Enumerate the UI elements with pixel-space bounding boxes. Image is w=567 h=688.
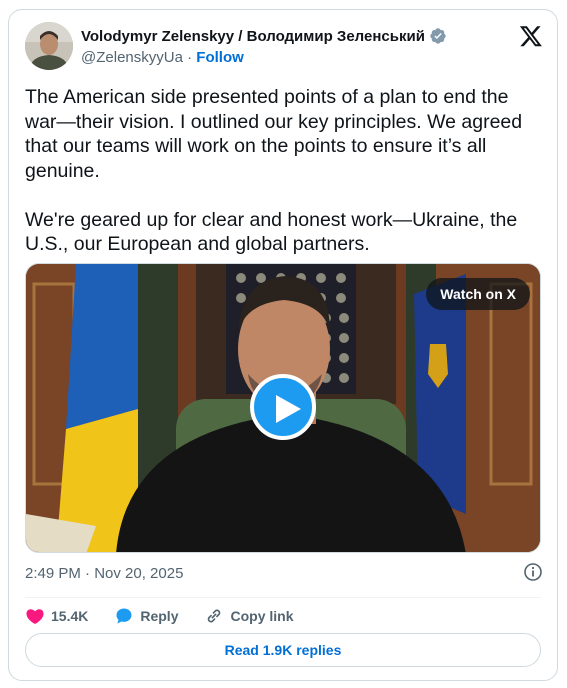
avatar[interactable] [25, 22, 73, 70]
video-player[interactable]: Watch on X [25, 263, 541, 553]
like-count: 15.4K [51, 608, 89, 624]
link-icon [208, 609, 221, 623]
author-handle[interactable]: @ZelenskyyUa [81, 49, 183, 66]
play-button[interactable] [250, 374, 316, 440]
read-replies-button[interactable]: Read 1.9K replies [25, 633, 541, 667]
like-button[interactable]: 15.4K [25, 606, 88, 626]
info-icon[interactable] [523, 562, 543, 582]
tweet-text: The American side presented points of a … [25, 86, 523, 255]
action-bar: 15.4K Reply Copy link [25, 604, 320, 628]
author-name-row: Volodymyr Zelenskyy / Володимир Зеленськ… [81, 27, 447, 45]
x-logo-icon[interactable] [519, 24, 543, 48]
handle-separator: · [187, 49, 193, 66]
watch-on-x-button[interactable]: Watch on X [426, 278, 530, 310]
author-handle-row: @ZelenskyyUa · Follow [81, 49, 244, 66]
copy-link-button[interactable]: Copy link [204, 606, 294, 626]
copy-link-label: Copy link [230, 608, 294, 624]
heart-icon [26, 609, 44, 624]
reply-label: Reply [140, 608, 179, 624]
divider [25, 597, 541, 598]
timestamp[interactable]: 2:49 PM · Nov 20, 2025 [25, 565, 183, 582]
verified-badge-icon [430, 28, 446, 44]
reply-button[interactable]: Reply [114, 606, 178, 626]
reply-bubble-icon [116, 608, 132, 624]
tweet-card: Volodymyr Zelenskyy / Володимир Зеленськ… [8, 9, 558, 681]
follow-button[interactable]: Follow [196, 49, 244, 66]
play-icon [276, 395, 301, 423]
author-display-name[interactable]: Volodymyr Zelenskyy / Володимир Зеленськ… [81, 28, 425, 45]
